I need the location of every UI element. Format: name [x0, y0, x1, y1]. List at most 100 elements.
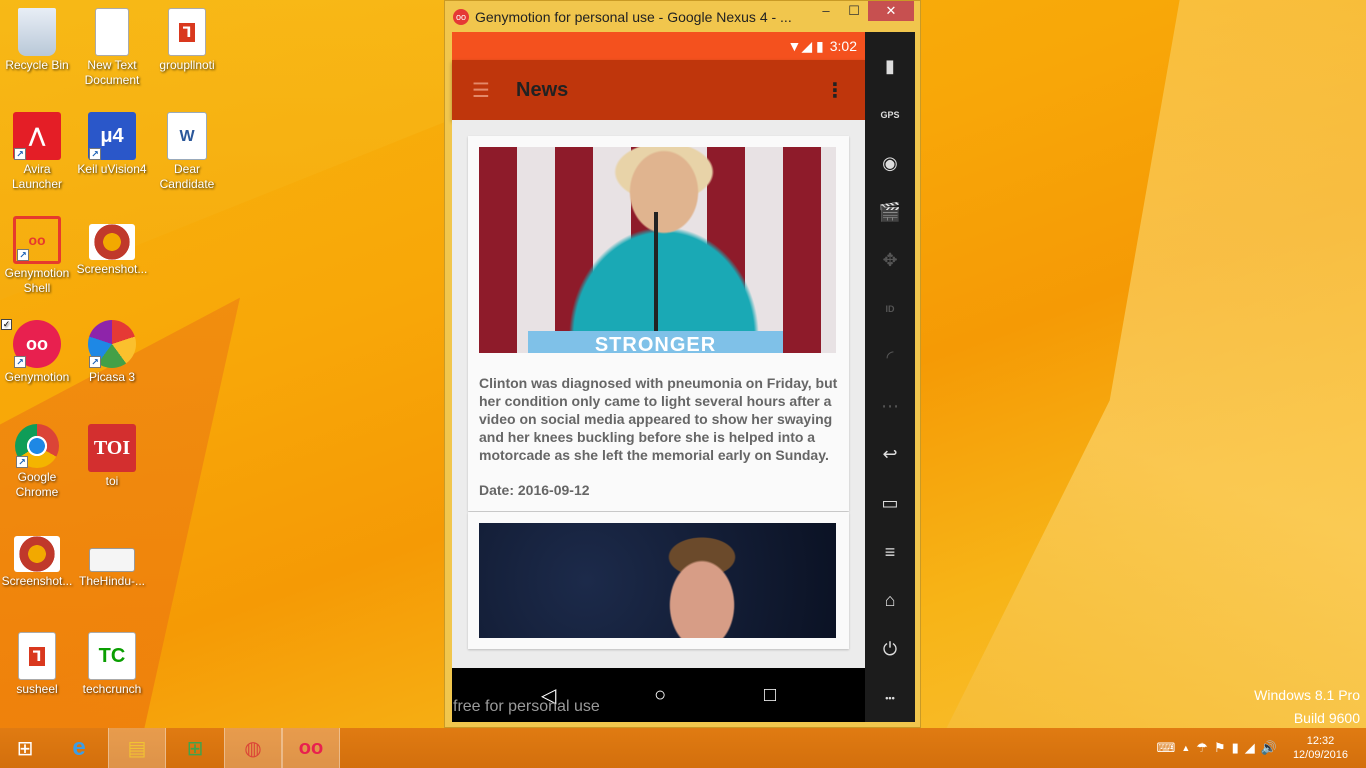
keil-icon: μ4 ↗ — [88, 112, 136, 160]
desktop-icon-new-text-document[interactable]: New Text Document — [75, 8, 149, 88]
pdf-icon: ᒣ — [168, 8, 206, 56]
close-button[interactable]: ✕ — [868, 1, 914, 21]
gps-icon[interactable]: GPS — [870, 91, 910, 140]
desktop-icon-label: New Text Document — [84, 58, 140, 87]
desktop-icon-susheel[interactable]: ᒣ susheel — [0, 632, 74, 697]
battery-icon[interactable]: ▮ — [870, 42, 910, 91]
windows-version-watermark: Windows 8.1 Pro Build 9600 — [1254, 684, 1360, 730]
image-icon — [14, 536, 60, 572]
genymotion-icon[interactable]: oo — [282, 728, 340, 768]
news-list[interactable]: STRONGER Clinton was diagnosed with pneu… — [452, 120, 865, 668]
word-document-icon: W — [167, 112, 207, 160]
chrome-icon: ↗ — [15, 424, 59, 468]
news-date: Date: 2016-09-12 — [479, 482, 590, 498]
speaker-figure — [569, 147, 759, 353]
overflow-menu-icon[interactable]: ⋮ — [825, 78, 845, 103]
recent-apps-icon[interactable]: ▭ — [870, 479, 910, 528]
desktop-icon-screenshot-1[interactable]: Screenshot... — [75, 216, 149, 277]
recycle-bin-icon — [18, 8, 56, 56]
nav-recents-button[interactable]: □ — [764, 684, 776, 707]
home-icon[interactable]: ⌂ — [870, 576, 910, 625]
desktop-icon-recycle-bin[interactable]: Recycle Bin — [0, 8, 74, 73]
desktop-icon-label: groupllnoti — [159, 58, 215, 72]
desktop-icon-google-chrome[interactable]: ↗ Google Chrome — [0, 424, 74, 500]
maximize-button[interactable]: ☐ — [840, 1, 868, 21]
media-icon[interactable]: 🎬 — [870, 188, 910, 237]
genymotion-icon: oo ↗ — [13, 320, 61, 368]
desktop-icon-screenshot-2[interactable]: Screenshot... — [0, 528, 74, 589]
news-image — [479, 523, 836, 638]
more-icon[interactable]: ••• — [870, 674, 910, 723]
avira-tray-icon[interactable]: ☂ — [1196, 740, 1208, 756]
store-icon[interactable]: ⊞ — [166, 728, 224, 768]
android-screen[interactable]: ▼◢ ▮ 3:02 ☰ News ⋮ STRONGER Clinton was … — [452, 32, 865, 722]
network-icon[interactable]: ▮ — [1232, 740, 1239, 756]
chrome-icon[interactable]: ◍ — [224, 728, 282, 768]
file-explorer-icon[interactable]: ▤ — [108, 728, 166, 768]
camera-icon[interactable]: ◉ — [870, 139, 910, 188]
desktop-icon-label: Genymotion Shell — [4, 266, 70, 295]
show-hidden-icons-chevron-icon[interactable]: ▲ — [1181, 743, 1190, 753]
signal-icon[interactable]: ◢ — [1245, 740, 1255, 756]
desktop-icon-avira-launcher[interactable]: ⋀ ↗ Avira Launcher — [0, 112, 74, 192]
toi-icon: TOI — [88, 424, 136, 472]
power-icon[interactable]: ⏻ — [870, 625, 910, 674]
desktop-icon-toi[interactable]: TOI toi — [75, 424, 149, 489]
action-center-flag-icon[interactable]: ⚑ — [1214, 740, 1226, 756]
desktop-icon-dear-candidate[interactable]: W Dear Candidate — [150, 112, 224, 192]
volume-icon[interactable]: 🔊 — [1261, 740, 1277, 756]
dpad-icon[interactable]: ✥ — [870, 236, 910, 285]
desktop-icon-label: Screenshot... — [1, 574, 73, 588]
keyboard-icon[interactable]: ⌨ — [1157, 740, 1176, 756]
status-time: 3:02 — [829, 38, 857, 54]
minimize-button[interactable]: ‒ — [812, 1, 840, 21]
desktop-icon-label: Picasa 3 — [88, 370, 136, 384]
id-icon[interactable]: ID — [870, 285, 910, 334]
desktop-icon-label: Recycle Bin — [5, 58, 69, 72]
shortcut-arrow-icon: ↗ — [16, 456, 28, 468]
window-controls: ‒ ☐ ✕ — [812, 1, 914, 21]
windows-build: Build 9600 — [1293, 710, 1360, 726]
news-summary: Clinton was diagnosed with pneumonia on … — [479, 375, 838, 463]
desktop-icon-genymotion[interactable]: ✓ oo ↗ Genymotion — [0, 319, 74, 385]
desktop-icon-label: techcrunch — [82, 682, 142, 696]
thehindu-icon — [89, 548, 135, 572]
desktop-icon-label: TheHindu-... — [78, 574, 146, 588]
back-icon[interactable]: ↩ — [870, 431, 910, 480]
desktop-icon-groupllnoti[interactable]: ᒣ groupllnoti — [150, 8, 224, 73]
shortcut-arrow-icon: ↗ — [14, 148, 26, 160]
genymotion-window: oo Genymotion for personal use - Google … — [444, 0, 921, 728]
selection-checkbox[interactable]: ✓ — [1, 319, 12, 330]
nav-home-button[interactable]: ○ — [654, 684, 666, 707]
avira-icon: ⋀ ↗ — [13, 112, 61, 160]
hamburger-menu-icon[interactable]: ☰ — [472, 78, 516, 103]
sms-icon[interactable]: ⋯ — [870, 382, 910, 431]
window-title: Genymotion for personal use - Google Nex… — [475, 8, 792, 25]
news-card[interactable] — [468, 512, 849, 649]
internet-explorer-icon[interactable]: e — [50, 728, 108, 768]
athlete-figure — [667, 535, 737, 638]
genymotion-toolbar: ▮ GPS ◉ 🎬 ✥ ID ◜ ⋯ ↩ ▭ ≡ ⌂ ⏻ ••• — [865, 32, 915, 722]
desktop-icon-label: susheel — [16, 682, 58, 696]
clock-time: 12:32 — [1306, 735, 1335, 747]
shortcut-arrow-icon: ↗ — [17, 249, 29, 261]
desktop-icon-picasa[interactable]: ↗ Picasa 3 — [75, 320, 149, 385]
clock[interactable]: 12:32 12/09/2016 — [1293, 734, 1348, 762]
podium-sign: STRONGER — [528, 331, 783, 353]
windows-edition: Windows 8.1 Pro — [1254, 687, 1360, 703]
desktop-icon-thehindu[interactable]: TheHindu-... — [75, 528, 149, 589]
desktop-icon-label: Dear Candidate — [159, 162, 215, 191]
news-card[interactable]: STRONGER Clinton was diagnosed with pneu… — [468, 136, 849, 511]
personal-use-watermark: free for personal use — [453, 698, 600, 715]
desktop-icon-keil-uvision4[interactable]: μ4 ↗ Keil uVision4 — [75, 112, 149, 177]
menu-icon[interactable]: ≡ — [870, 528, 910, 577]
pdf-icon: ᒣ — [18, 632, 56, 680]
text-document-icon — [95, 8, 129, 56]
cast-icon[interactable]: ◜ — [870, 333, 910, 382]
desktop-icon-label: Keil uVision4 — [77, 162, 147, 176]
desktop-icon-genymotion-shell[interactable]: oo ↗ Genymotion Shell — [0, 216, 74, 296]
shortcut-arrow-icon: ↗ — [89, 148, 101, 160]
desktop-icon-techcrunch[interactable]: TC techcrunch — [75, 632, 149, 697]
start-button[interactable]: ⊞ — [0, 728, 50, 768]
status-bar: ▼◢ ▮ 3:02 — [452, 32, 865, 60]
